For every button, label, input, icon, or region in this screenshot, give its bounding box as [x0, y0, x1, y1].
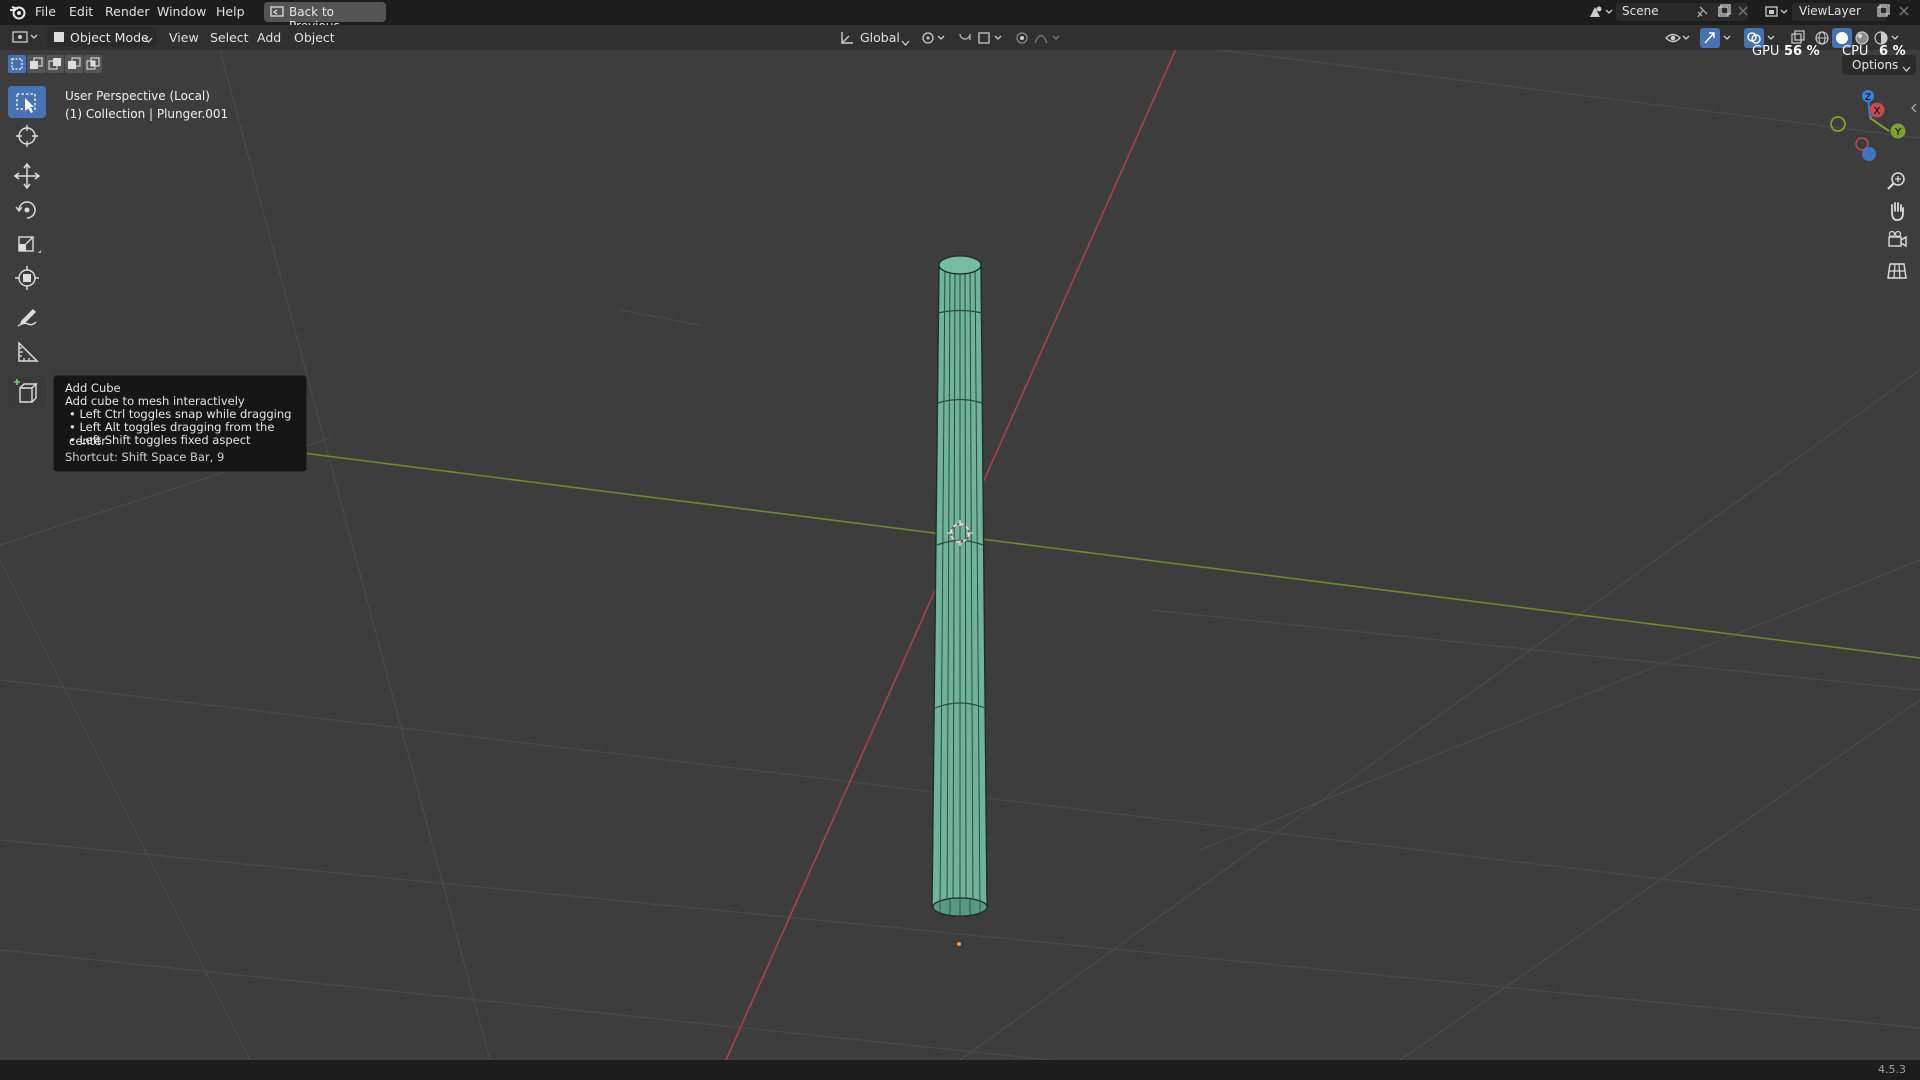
- menu-file[interactable]: File: [35, 4, 56, 19]
- tool-scale[interactable]: [8, 228, 46, 260]
- object-mode-dropdown[interactable]: Object Mode: [47, 27, 157, 47]
- perspective-toggle-icon[interactable]: [1883, 258, 1911, 284]
- menu-window[interactable]: Window: [157, 4, 206, 19]
- select-mode-extend-button[interactable]: [27, 55, 45, 73]
- back-screen-icon: [270, 6, 284, 21]
- select-mode-invert-button[interactable]: [65, 55, 83, 73]
- viewlayer-name: ViewLayer: [1799, 4, 1861, 18]
- viewport-canvas: X Y Z: [0, 50, 1920, 1060]
- object-mode-icon: [52, 30, 66, 47]
- pivot-point-icon[interactable]: [921, 30, 949, 49]
- viewport-info: User Perspective (Local) (1) Collection …: [65, 87, 228, 123]
- menu-select[interactable]: Select: [210, 30, 249, 45]
- tooltip-title: Add Cube: [65, 381, 121, 395]
- selection-mode-group: [8, 55, 104, 75]
- menu-add[interactable]: Add: [257, 30, 281, 45]
- back-to-previous-button[interactable]: Back to Previous: [264, 2, 386, 33]
- add-cube-tooltip: Add Cube Add cube to mesh interactively …: [53, 375, 307, 472]
- camera-view-icon[interactable]: [1883, 228, 1911, 254]
- menu-edit[interactable]: Edit: [69, 4, 93, 19]
- tool-measure[interactable]: [8, 336, 46, 368]
- transform-orientation-label[interactable]: Global: [860, 30, 900, 45]
- tool-rotate[interactable]: [8, 194, 46, 226]
- y-axis-line: [199, 439, 1920, 659]
- editor-type-icon[interactable]: [11, 29, 41, 48]
- options-dropdown[interactable]: Options: [1842, 55, 1916, 75]
- tool-select-box[interactable]: [8, 86, 46, 118]
- menu-help[interactable]: Help: [216, 4, 245, 19]
- snap-icon[interactable]: [957, 30, 1005, 49]
- object-mode-label: Object Mode: [70, 30, 149, 45]
- viewport-header: Object Mode View Select Add Object Globa…: [0, 25, 1920, 59]
- scene-icon[interactable]: [1588, 4, 1614, 23]
- select-mode-new-button[interactable]: [8, 55, 26, 73]
- collection-info: (1) Collection | Plunger.001: [65, 107, 229, 121]
- proportional-editing-icon[interactable]: [1015, 30, 1063, 49]
- version-label: 4.5.3: [1878, 1063, 1906, 1076]
- pan-hand-icon[interactable]: [1883, 198, 1911, 224]
- tool-cursor[interactable]: [8, 120, 46, 152]
- tooltip-bullet: • Left Shift toggles fixed aspect: [69, 433, 251, 447]
- chevron-down-icon: [901, 36, 910, 50]
- object-origin: [957, 942, 961, 946]
- tooltip-bullet: • Left Ctrl toggles snap while dragging: [69, 407, 292, 421]
- visibility-icon[interactable]: [1664, 30, 1692, 49]
- new-scene-icon[interactable]: [1717, 4, 1731, 21]
- tooltip-shortcut: Shortcut: Shift Space Bar, 9: [65, 450, 225, 464]
- scene-name: Scene: [1622, 4, 1659, 18]
- select-mode-subtract-button[interactable]: [46, 55, 64, 73]
- chevron-down-icon: [1902, 62, 1911, 76]
- viewlayer-icon[interactable]: [1764, 4, 1790, 23]
- delete-scene-icon[interactable]: [1737, 5, 1749, 20]
- chevron-down-icon: [144, 33, 153, 47]
- options-label: Options: [1852, 58, 1899, 72]
- view-name: User Perspective (Local): [65, 89, 210, 103]
- transform-orientation-icon[interactable]: [839, 30, 855, 49]
- svg-text:X: X: [1874, 106, 1881, 117]
- tool-annotate[interactable]: [8, 302, 46, 334]
- new-viewlayer-icon[interactable]: [1876, 4, 1890, 21]
- zoom-button[interactable]: [1883, 168, 1911, 194]
- plunger-cylinder[interactable]: [931, 255, 988, 917]
- tool-add-cube[interactable]: [8, 376, 46, 408]
- 3d-viewport[interactable]: X Y Z: [0, 50, 1920, 1060]
- tool-transform[interactable]: [8, 262, 46, 294]
- svg-text:Z: Z: [1865, 93, 1871, 103]
- status-bar: 4.5.3: [0, 1060, 1920, 1080]
- pin-icon[interactable]: [1695, 5, 1709, 22]
- navigation-gizmo[interactable]: X Y Z: [1830, 90, 1906, 161]
- menu-render[interactable]: Render: [105, 4, 150, 19]
- blender-logo-icon[interactable]: [9, 4, 27, 23]
- tooltip-description: Add cube to mesh interactively: [65, 394, 245, 408]
- gizmo-toggle-icon[interactable]: [1700, 28, 1734, 51]
- delete-viewlayer-icon[interactable]: [1898, 5, 1910, 20]
- select-mode-intersect-button[interactable]: [84, 55, 102, 73]
- tool-move[interactable]: [8, 160, 46, 192]
- sidebar-toggle-icon[interactable]: [1910, 102, 1918, 117]
- menu-view[interactable]: View: [169, 30, 199, 45]
- svg-text:Y: Y: [1894, 127, 1902, 138]
- top-menu-bar: File Edit Render Window Help Back to Pre…: [0, 0, 1920, 33]
- menu-object[interactable]: Object: [294, 30, 335, 45]
